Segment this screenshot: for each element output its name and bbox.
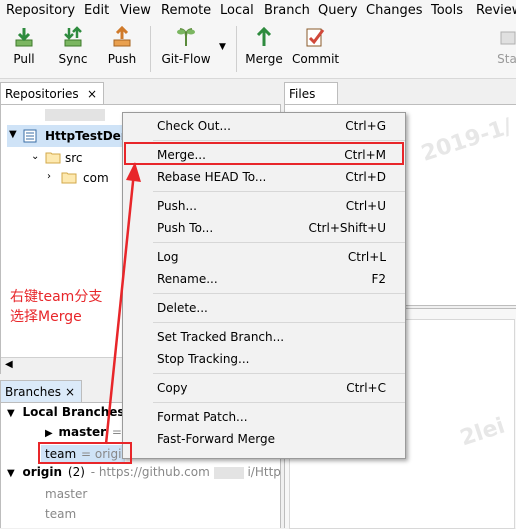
annotation-text: 右键team分支 选择Merge — [10, 287, 102, 327]
annotation-arrow — [104, 162, 141, 445]
annotation-line-1: 右键team分支 — [10, 289, 103, 305]
annotation-line-2: 选择Merge — [10, 309, 82, 325]
